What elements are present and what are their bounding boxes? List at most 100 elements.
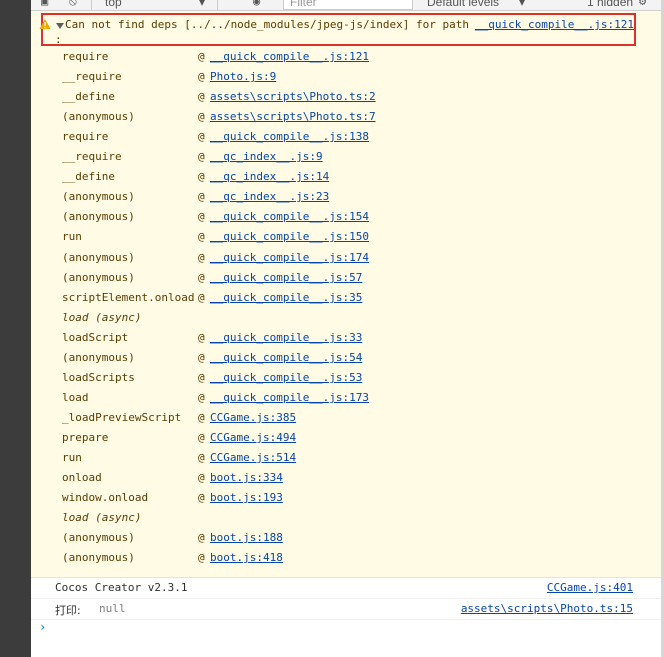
- source-link[interactable]: __quick_compile__.js:154: [210, 210, 369, 223]
- source-link[interactable]: __qc_index__.js:9: [210, 150, 323, 163]
- at-symbol: @: [198, 190, 205, 203]
- source-link[interactable]: __quick_compile__.js:150: [210, 230, 369, 243]
- source-link[interactable]: Photo.js:9: [210, 70, 276, 83]
- levels-dropdown-arrow-icon[interactable]: ▾: [519, 0, 525, 9]
- source-link[interactable]: __quick_compile__.js:138: [210, 130, 369, 143]
- at-symbol: @: [198, 230, 205, 243]
- source-link[interactable]: boot.js:418: [210, 551, 283, 564]
- function-name: (anonymous): [62, 351, 135, 364]
- console-panel: ▣ ⦸ top ▾ ◉ Filter Default levels ▾ 1 hi…: [31, 0, 661, 657]
- context-dropdown-arrow-icon[interactable]: ▾: [199, 0, 205, 9]
- at-symbol: @: [198, 471, 205, 484]
- source-link[interactable]: boot.js:193: [210, 491, 283, 504]
- source-link[interactable]: __quick_compile__.js:53: [210, 371, 362, 384]
- context-selector[interactable]: top: [105, 0, 122, 9]
- at-symbol: @: [198, 150, 205, 163]
- at-symbol: @: [198, 170, 205, 183]
- source-link[interactable]: __quick_compile__.js:121: [210, 50, 369, 63]
- function-name: __require: [62, 70, 122, 83]
- console-toolbar: ▣ ⦸ top ▾ ◉ Filter Default levels ▾ 1 hi…: [31, 0, 661, 11]
- warning-text-continuation: :: [55, 33, 62, 46]
- log-source-link[interactable]: assets\scripts\Photo.ts:15: [461, 602, 633, 615]
- at-symbol: @: [198, 110, 205, 123]
- function-name: run: [62, 451, 82, 464]
- left-dark-strip: [0, 0, 31, 657]
- function-name: scriptElement.onload: [62, 291, 195, 304]
- function-name: __define: [62, 170, 115, 183]
- at-symbol: @: [198, 371, 205, 384]
- function-name: (anonymous): [62, 551, 135, 564]
- eye-icon[interactable]: ◉: [253, 0, 265, 7]
- function-name: prepare: [62, 431, 109, 444]
- log-row: Cocos Creator v2.3.1 CCGame.js:401: [31, 578, 661, 599]
- warning-text: Can not find deps [../../node_modules/jp…: [65, 18, 469, 31]
- function-name: (anonymous): [62, 271, 135, 284]
- source-link[interactable]: __quick_compile__.js:33: [210, 331, 362, 344]
- at-symbol: @: [198, 331, 205, 344]
- at-symbol: @: [198, 271, 205, 284]
- source-link[interactable]: __quick_compile__.js:174: [210, 251, 369, 264]
- function-name: onload: [62, 471, 102, 484]
- filter-placeholder: Filter: [290, 0, 317, 9]
- function-name: loadScripts: [62, 371, 135, 384]
- source-link[interactable]: __quick_compile__.js:35: [210, 291, 362, 304]
- gear-icon[interactable]: ⚙: [639, 0, 651, 7]
- at-symbol: @: [198, 411, 205, 424]
- sidebar-toggle-icon[interactable]: ▣: [41, 0, 53, 7]
- source-link[interactable]: boot.js:188: [210, 531, 283, 544]
- at-symbol: @: [198, 491, 205, 504]
- warning-message[interactable]: Can not find deps [../../node_modules/jp…: [31, 11, 661, 578]
- function-name: require: [62, 130, 109, 143]
- log-source-link[interactable]: CCGame.js:401: [547, 581, 633, 594]
- function-name: __require: [62, 150, 122, 163]
- function-name: (anonymous): [62, 251, 135, 264]
- source-link[interactable]: assets\scripts\Photo.ts:7: [210, 110, 376, 123]
- expand-triangle-icon[interactable]: [56, 23, 64, 29]
- function-name: loadScript: [62, 331, 129, 344]
- log-label: 打印:: [55, 604, 81, 617]
- source-link[interactable]: CCGame.js:385: [210, 411, 296, 424]
- log-text: Cocos Creator v2.3.1: [55, 581, 188, 594]
- function-name: (anonymous): [62, 531, 135, 544]
- at-symbol: @: [198, 351, 205, 364]
- function-name: load: [62, 391, 89, 404]
- warning-icon: [39, 19, 51, 29]
- source-link[interactable]: CCGame.js:514: [210, 451, 296, 464]
- hidden-count: 1 hidden: [587, 0, 634, 9]
- function-name: (anonymous): [62, 190, 135, 203]
- at-symbol: @: [198, 130, 205, 143]
- at-symbol: @: [198, 391, 205, 404]
- source-link[interactable]: __quick_compile__.js:57: [210, 271, 362, 284]
- at-symbol: @: [198, 451, 205, 464]
- source-link[interactable]: __qc_index__.js:23: [210, 190, 329, 203]
- warning-source-link[interactable]: __quick_compile__.js:121: [475, 18, 634, 31]
- function-name: _loadPreviewScript: [62, 411, 182, 424]
- source-link[interactable]: CCGame.js:494: [210, 431, 296, 444]
- at-symbol: @: [198, 90, 205, 103]
- at-symbol: @: [198, 70, 205, 83]
- toolbar-divider: [91, 0, 92, 10]
- at-symbol: @: [198, 50, 205, 63]
- toolbar-divider: [217, 0, 218, 10]
- at-symbol: @: [198, 531, 205, 544]
- async-label: load (async): [62, 311, 142, 324]
- async-label: load (async): [62, 511, 142, 524]
- filter-input[interactable]: Filter: [283, 0, 413, 10]
- function-name: (anonymous): [62, 210, 135, 223]
- source-link[interactable]: assets\scripts\Photo.ts:2: [210, 90, 376, 103]
- at-symbol: @: [198, 431, 205, 444]
- at-symbol: @: [198, 551, 205, 564]
- at-symbol: @: [198, 210, 205, 223]
- console-prompt-icon[interactable]: ›: [39, 620, 46, 634]
- log-levels-dropdown[interactable]: Default levels: [427, 0, 499, 9]
- source-link[interactable]: __quick_compile__.js:173: [210, 391, 369, 404]
- function-name: window.onload: [62, 491, 149, 504]
- at-symbol: @: [198, 291, 205, 304]
- source-link[interactable]: __quick_compile__.js:54: [210, 351, 362, 364]
- source-link[interactable]: boot.js:334: [210, 471, 283, 484]
- function-name: (anonymous): [62, 110, 135, 123]
- log-null-value: null: [99, 602, 126, 615]
- clear-console-icon[interactable]: ⦸: [69, 0, 81, 7]
- source-link[interactable]: __qc_index__.js:14: [210, 170, 329, 183]
- at-symbol: @: [198, 251, 205, 264]
